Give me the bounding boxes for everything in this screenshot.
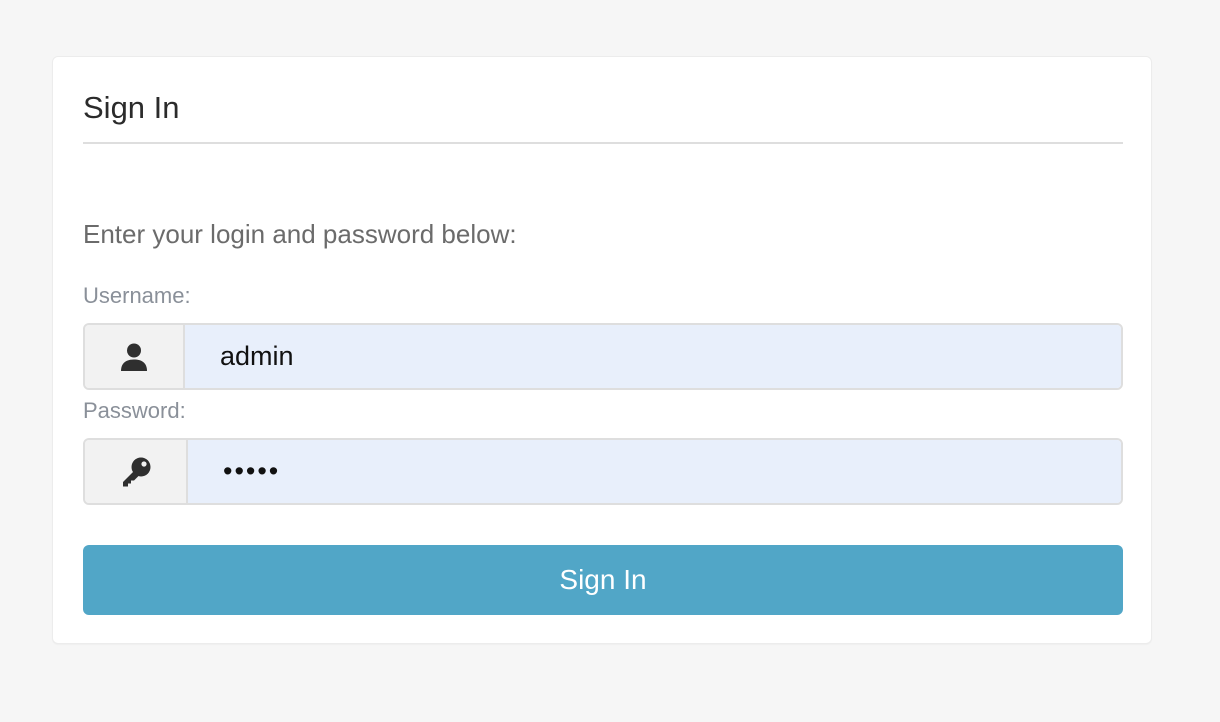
user-icon — [85, 325, 185, 388]
username-input-group — [83, 323, 1123, 390]
key-icon — [85, 440, 188, 503]
card-title: Sign In — [83, 90, 180, 125]
sign-in-button[interactable]: Sign In — [83, 545, 1123, 615]
sign-in-card: Sign In Enter your login and password be… — [52, 56, 1152, 644]
username-label: Username: — [83, 283, 191, 308]
password-input-group — [83, 438, 1123, 505]
password-input[interactable] — [188, 440, 1121, 503]
password-label: Password: — [83, 398, 186, 423]
login-prompt: Enter your login and password below: — [83, 219, 517, 249]
title-divider — [83, 142, 1123, 144]
username-input[interactable] — [185, 325, 1121, 388]
